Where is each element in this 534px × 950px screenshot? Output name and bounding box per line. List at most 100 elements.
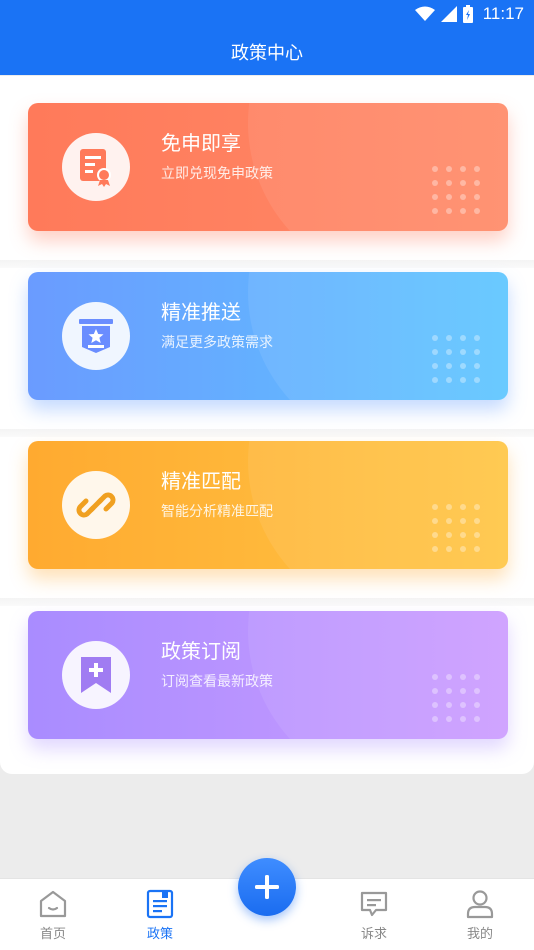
home-icon [39, 890, 67, 918]
decor-dot [460, 674, 466, 680]
card-icon-wrap [62, 302, 130, 370]
decor-dot [474, 208, 480, 214]
decor-dot [432, 363, 438, 369]
message-icon [360, 891, 388, 917]
decor-dot [474, 518, 480, 524]
add-button[interactable] [238, 858, 296, 916]
decor-dot [446, 194, 452, 200]
card-subtitle: 满足更多政策需求 [161, 335, 273, 351]
user-icon [466, 890, 494, 919]
decor-dot [460, 335, 466, 341]
card-subtitle: 订阅查看最新政策 [161, 674, 273, 690]
decor-dot [432, 208, 438, 214]
card-title: 精准推送 [161, 300, 241, 324]
tab-label: 诉求 [360, 927, 387, 942]
card-title: 政策订阅 [161, 639, 241, 663]
decor-dot [446, 532, 452, 538]
decor-dot [460, 716, 466, 722]
dots-decoration [432, 166, 484, 218]
decor-dot [432, 504, 438, 510]
page-title: 政策中心 [231, 42, 303, 64]
decor-dot [446, 702, 452, 708]
decor-dot [460, 377, 466, 383]
tab-mine[interactable]: 我的 [450, 889, 510, 945]
decor-dot [460, 363, 466, 369]
card-mianshen[interactable]: 免申即享 立即兑现免申政策 [28, 103, 508, 231]
decor-dot [460, 688, 466, 694]
decor-dot [460, 546, 466, 552]
tab-home[interactable]: 首页 [23, 889, 83, 945]
dots-decoration [432, 335, 484, 387]
decor-dot [446, 518, 452, 524]
decor-dot [446, 546, 452, 552]
decor-dot [460, 532, 466, 538]
card-title: 精准匹配 [161, 469, 241, 493]
link-icon [76, 492, 116, 518]
dots-decoration [432, 504, 484, 556]
section-divider [0, 598, 534, 606]
card-subtitle: 立即兑现免申政策 [161, 166, 273, 182]
status-bar: 11:17 [0, 0, 534, 28]
decor-dot [460, 180, 466, 186]
decor-dot [432, 702, 438, 708]
decor-dot [446, 166, 452, 172]
decor-dot [474, 335, 480, 341]
decor-dot [432, 166, 438, 172]
decor-dot [446, 180, 452, 186]
card-icon-wrap [62, 641, 130, 709]
card-icon-wrap [62, 133, 130, 201]
decor-dot [460, 518, 466, 524]
card-title: 免申即享 [161, 131, 241, 155]
decor-dot [446, 363, 452, 369]
section-divider [0, 260, 534, 268]
decor-dot [432, 349, 438, 355]
tab-label: 我的 [466, 927, 493, 942]
decor-dot [474, 702, 480, 708]
decor-dot [432, 546, 438, 552]
card-subtitle: 智能分析精准匹配 [161, 504, 273, 520]
document-icon [146, 889, 174, 919]
decor-dot [474, 688, 480, 694]
card-jingzhun-tuisong[interactable]: 精准推送 满足更多政策需求 [28, 272, 508, 400]
bookmark-add-icon [81, 657, 111, 693]
decor-dot [432, 194, 438, 200]
decor-dot [474, 546, 480, 552]
decor-dot [446, 349, 452, 355]
card-zhengce-dingyue[interactable]: 政策订阅 订阅查看最新政策 [28, 611, 508, 739]
wifi-icon [414, 6, 435, 21]
decor-dot [474, 377, 480, 383]
battery-icon [462, 5, 473, 23]
decor-dot [460, 194, 466, 200]
decor-dot [474, 363, 480, 369]
decor-dot [474, 674, 480, 680]
signal-icon [440, 6, 457, 22]
decor-dot [474, 180, 480, 186]
dots-decoration [432, 674, 484, 726]
tab-policy[interactable]: 政策 [130, 889, 190, 945]
card-icon-wrap [62, 471, 130, 539]
decor-dot [460, 208, 466, 214]
card-jingzhun-pipei[interactable]: 精准匹配 智能分析精准匹配 [28, 441, 508, 569]
decor-dot [432, 518, 438, 524]
decor-dot [474, 532, 480, 538]
decor-dot [446, 688, 452, 694]
decor-dot [432, 688, 438, 694]
page-header: 政策中心 [0, 28, 534, 75]
decor-dot [446, 335, 452, 341]
decor-dot [460, 504, 466, 510]
decor-dot [432, 532, 438, 538]
certificate-icon [80, 149, 111, 187]
decor-dot [432, 180, 438, 186]
tab-appeal[interactable]: 诉求 [344, 889, 404, 945]
tab-label: 政策 [146, 927, 173, 942]
decor-dot [446, 377, 452, 383]
decor-dot [432, 674, 438, 680]
decor-dot [446, 504, 452, 510]
decor-dot [474, 716, 480, 722]
decor-dot [432, 716, 438, 722]
decor-dot [460, 166, 466, 172]
tab-label: 首页 [39, 927, 66, 942]
decor-dot [446, 208, 452, 214]
decor-dot [474, 349, 480, 355]
decor-dot [432, 335, 438, 341]
